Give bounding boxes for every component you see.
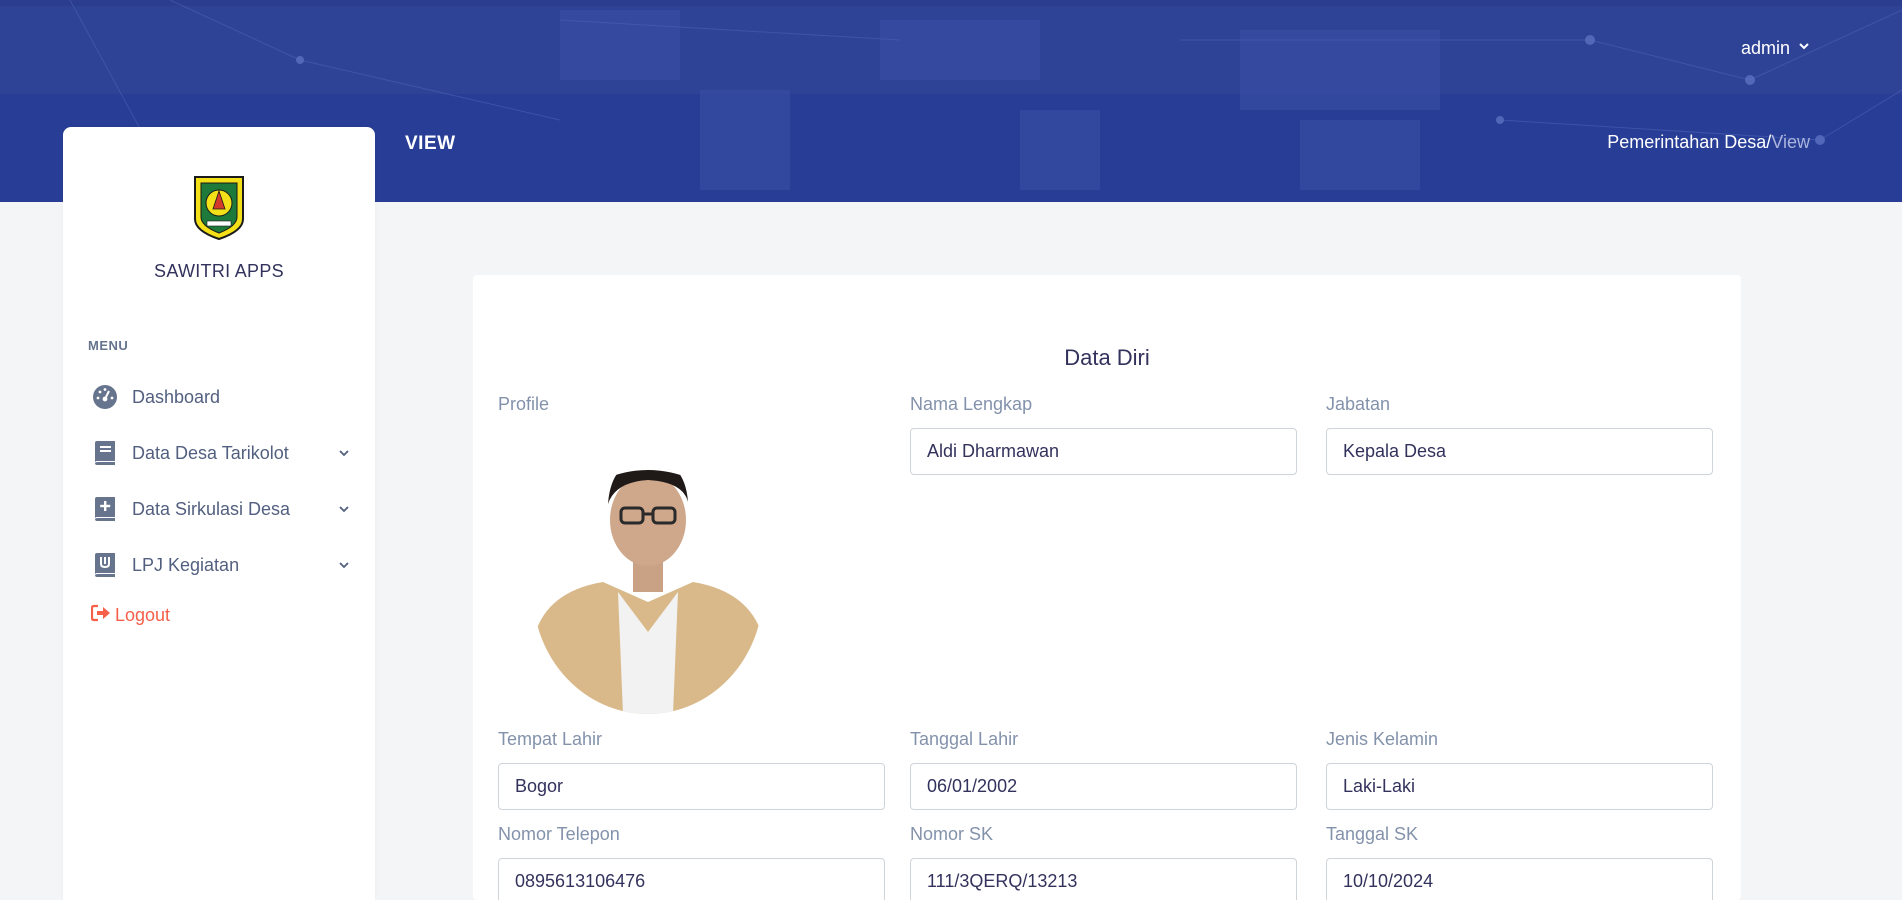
tanggal-lahir-label: Tanggal Lahir [910,729,1019,749]
dashboard-icon [91,383,119,411]
sidebar-item-label: LPJ Kegiatan [132,554,240,575]
tempat-lahir-label: Tempat Lahir [498,729,603,749]
nomor-telepon-label: Nomor Telepon [498,824,620,844]
tanggal-sk-label: Tanggal SK [1326,824,1419,844]
page-title: VIEW [405,133,456,154]
sidebar: SAWITRI APPS MENU Dashboard Data Desa Ta… [63,127,375,900]
menu-heading: MENU [88,338,129,353]
sidebar-item-data-desa-tarikolot[interactable]: Data Desa Tarikolot [88,433,353,473]
sidebar-item-lpj-kegiatan[interactable]: LPJ Kegiatan [88,545,353,585]
nama-lengkap-label: Nama Lengkap [910,394,1033,414]
profile-label: Profile [498,394,550,414]
user-name: admin [1740,38,1790,58]
jenis-kelamin-label: Jenis Kelamin [1326,729,1439,749]
sidebar-item-label: Data Desa Tarikolot [132,442,289,463]
breadcrumb-parent[interactable]: Pemerintahan Desa [1607,132,1766,152]
nomor-sk-field[interactable] [910,858,1297,900]
book-plus-icon [91,495,119,523]
tanggal-lahir-field[interactable] [910,763,1297,810]
chevron-down-icon [337,558,351,572]
breadcrumb: Pemerintahan Desa/View [1607,132,1810,153]
tanggal-sk-field[interactable] [1326,858,1713,900]
logout-label: Logout [115,605,171,625]
book-icon [91,439,119,467]
profile-card: Data Diri Profile Nama Lengkap Jabatan T… [473,275,1741,900]
card-title: Data Diri [1064,345,1150,370]
user-menu[interactable]: admin [1741,38,1810,59]
app-name: SAWITRI APPS [154,261,284,281]
book-hand-icon [91,551,119,579]
sidebar-item-dashboard[interactable]: Dashboard [88,377,353,417]
sidebar-item-label: Dashboard [132,386,221,407]
logout-button[interactable]: Logout [90,604,171,627]
nomor-sk-label: Nomor SK [910,824,994,844]
breadcrumb-current: View [1771,132,1810,152]
top-navbar [0,0,1902,94]
chevron-down-icon [337,446,351,460]
tempat-lahir-field[interactable] [498,763,885,810]
nomor-telepon-field[interactable] [498,858,885,900]
chevron-down-icon [337,502,351,516]
sign-out-icon [90,604,111,627]
jabatan-field[interactable] [1326,428,1713,475]
jabatan-label: Jabatan [1326,394,1391,414]
nama-lengkap-field[interactable] [910,428,1297,475]
profile-photo [533,442,764,714]
jenis-kelamin-field[interactable] [1326,763,1713,810]
sidebar-item-label: Data Sirkulasi Desa [132,498,291,519]
sidebar-item-data-sirkulasi-desa[interactable]: Data Sirkulasi Desa [88,489,353,529]
top-navbar-edge [0,0,1902,6]
app-logo [193,175,245,241]
chevron-down-icon [1798,40,1810,55]
